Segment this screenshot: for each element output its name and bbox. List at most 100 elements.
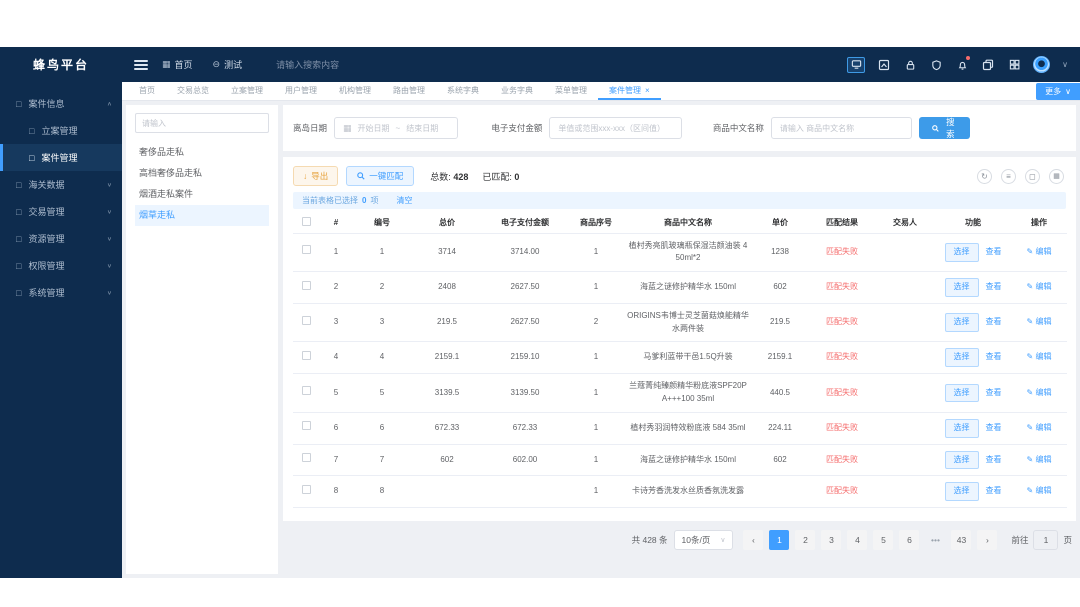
tab-案件管理[interactable]: 案件管理 × — [598, 82, 661, 100]
density-icon[interactable]: ≡ — [1001, 168, 1016, 184]
copy-docs-icon[interactable] — [981, 58, 995, 72]
table-row: 4 4 2159.1 2159.10 1 马爹利蓝带干邑1.5Q升装 2159.1 匹配失败选… — [293, 341, 1067, 375]
global-search-input[interactable]: 请输入搜索内容 — [276, 58, 339, 71]
edit-link[interactable]: ✎ 编辑 — [1027, 282, 1052, 291]
date-range-picker[interactable]: ▦ 开始日期 ~ 结束日期 — [334, 117, 459, 139]
menu-square-icon: □ — [29, 125, 35, 136]
page-size-select[interactable]: 10条/页 ∨ — [673, 530, 734, 550]
tab-菜单管理[interactable]: 菜单管理 — [544, 82, 598, 100]
sidebar-item-案件管理[interactable]: □ 案件管理 — [0, 144, 122, 171]
category-search-input[interactable]: 请输入 — [135, 113, 269, 133]
view-link[interactable]: 查看 — [986, 388, 1002, 397]
view-link[interactable]: 查看 — [986, 352, 1002, 361]
edit-link[interactable]: ✎ 编辑 — [1027, 317, 1052, 326]
tab-立案管理[interactable]: 立案管理 — [220, 82, 274, 100]
sidebar-item-权限管理[interactable]: □ 权限管理 ∨ — [0, 252, 122, 279]
view-link[interactable]: 查看 — [986, 455, 1002, 464]
monitor-icon[interactable] — [847, 56, 866, 73]
view-link[interactable]: 查看 — [986, 247, 1002, 256]
row-checkbox[interactable] — [301, 280, 311, 290]
select-button[interactable]: 选择 — [944, 482, 979, 502]
refresh-icon[interactable]: ↻ — [977, 168, 992, 184]
select-button[interactable]: 选择 — [944, 278, 979, 297]
next-page-button[interactable]: › — [977, 530, 998, 550]
category-item-高档奢侈品走私[interactable]: 高档奢侈品走私 — [135, 163, 269, 184]
column-settings-icon[interactable]: ▦ — [1049, 168, 1064, 184]
export-button[interactable]: ↓ 导出 — [293, 166, 339, 186]
top-nav: ▦ 首页 ⊖ 测试 — [162, 58, 242, 71]
sidebar-item-交易管理[interactable]: □ 交易管理 ∨ — [0, 198, 122, 225]
tab-路由管理[interactable]: 路由管理 — [382, 82, 436, 100]
select-button[interactable]: 选择 — [944, 450, 979, 470]
page-button-4[interactable]: 4 — [847, 530, 868, 550]
sidebar-item-海关数据[interactable]: □ 海关数据 ∨ — [0, 171, 122, 198]
bell-icon[interactable] — [955, 55, 971, 72]
category-item-烟草走私[interactable]: 烟草走私 — [135, 205, 269, 226]
clear-selection-link[interactable]: 清空 — [396, 195, 412, 206]
sidebar-item-案件信息[interactable]: □ 案件信息 ∧ — [0, 90, 122, 117]
function-cell: 选择 查看 — [935, 341, 1011, 375]
view-link[interactable]: 查看 — [986, 282, 1002, 291]
one-click-match-button[interactable]: 一键匹配 — [346, 166, 415, 186]
select-all-checkbox[interactable] — [301, 216, 311, 226]
tab-交易总览[interactable]: 交易总览 — [166, 82, 220, 100]
more-tabs-button[interactable]: 更多 ∨ — [1036, 83, 1080, 100]
sidebar-item-系统管理[interactable]: □ 系统管理 ∨ — [0, 279, 122, 306]
lock-icon[interactable] — [903, 58, 917, 72]
edit-link[interactable]: ✎ 编辑 — [1027, 423, 1052, 432]
row-checkbox[interactable] — [301, 386, 311, 396]
sidebar-item-立案管理[interactable]: □ 立案管理 — [0, 117, 122, 144]
sidebar-item-资源管理[interactable]: □ 资源管理 ∨ — [0, 225, 122, 252]
view-link[interactable]: 查看 — [986, 423, 1002, 432]
tab-首页[interactable]: 首页 — [128, 82, 166, 100]
search-button[interactable]: 搜索 — [918, 117, 970, 139]
user-avatar[interactable] — [1033, 56, 1051, 73]
apps-grid-icon[interactable] — [1007, 58, 1021, 72]
view-link[interactable]: 查看 — [986, 486, 1002, 495]
user-menu-caret-icon[interactable]: ∨ — [1062, 60, 1068, 69]
edit-link[interactable]: ✎ 编辑 — [1027, 247, 1052, 256]
edit-link[interactable]: ✎ 编辑 — [1027, 486, 1052, 495]
page-button-3[interactable]: 3 — [821, 530, 842, 550]
row-checkbox[interactable] — [301, 245, 311, 255]
theme-shield-icon[interactable] — [929, 58, 943, 72]
nav-item-test[interactable]: ⊖ 测试 — [213, 58, 243, 71]
tab-系统字典[interactable]: 系统字典 — [436, 82, 490, 100]
select-button[interactable]: 选择 — [944, 348, 979, 368]
prev-page-button[interactable]: ‹ — [743, 530, 764, 550]
row-checkbox[interactable] — [301, 453, 311, 463]
page-button-5[interactable]: 5 — [873, 530, 894, 550]
select-button[interactable]: 选择 — [944, 313, 979, 333]
row-checkbox[interactable] — [301, 350, 311, 360]
page-ellipsis: ••• — [931, 535, 940, 545]
row-checkbox[interactable] — [301, 421, 311, 431]
row-checkbox[interactable] — [301, 315, 311, 325]
nav-item-home[interactable]: ▦ 首页 — [162, 58, 193, 71]
goto-page-input[interactable]: 1 — [1033, 530, 1059, 550]
edit-link[interactable]: ✎ 编辑 — [1027, 455, 1052, 464]
fullscreen-icon[interactable]: ◻ — [1025, 168, 1040, 184]
select-button[interactable]: 选择 — [944, 418, 979, 438]
category-item-烟酒走私案件[interactable]: 烟酒走私案件 — [135, 184, 269, 205]
results-table: # 编号 总价 电子支付金额 商品序号 商品中文名称 单价 匹配结果 交易人 功能 操作 1 1 371… — [293, 212, 1067, 509]
tab-用户管理[interactable]: 用户管理 — [274, 82, 328, 100]
tab-业务字典[interactable]: 业务字典 — [490, 82, 544, 100]
page-button-6[interactable]: 6 — [899, 530, 920, 550]
sidebar-item-label: 案件管理 — [41, 153, 78, 163]
page-button-43[interactable]: 43 — [951, 530, 972, 550]
page-button-1[interactable]: 1 — [769, 530, 790, 550]
category-item-奢侈品走私[interactable]: 奢侈品走私 — [135, 142, 269, 163]
page-button-2[interactable]: 2 — [795, 530, 816, 550]
select-button[interactable]: 选择 — [944, 242, 979, 262]
tab-机构管理[interactable]: 机构管理 — [328, 82, 382, 100]
amount-input[interactable]: 单值或范围xxx-xxx（区间值） — [549, 117, 682, 139]
product-name-input[interactable]: 请输入 商品中文名称 — [770, 117, 912, 139]
edit-link[interactable]: ✎ 编辑 — [1027, 388, 1052, 397]
edit-link[interactable]: ✎ 编辑 — [1027, 352, 1052, 361]
view-link[interactable]: 查看 — [986, 317, 1002, 326]
screenshot-icon[interactable] — [877, 58, 891, 72]
row-checkbox[interactable] — [301, 484, 311, 494]
select-button[interactable]: 选择 — [944, 383, 979, 403]
hamburger-menu-icon[interactable] — [134, 59, 148, 70]
close-icon[interactable]: × — [645, 86, 650, 95]
